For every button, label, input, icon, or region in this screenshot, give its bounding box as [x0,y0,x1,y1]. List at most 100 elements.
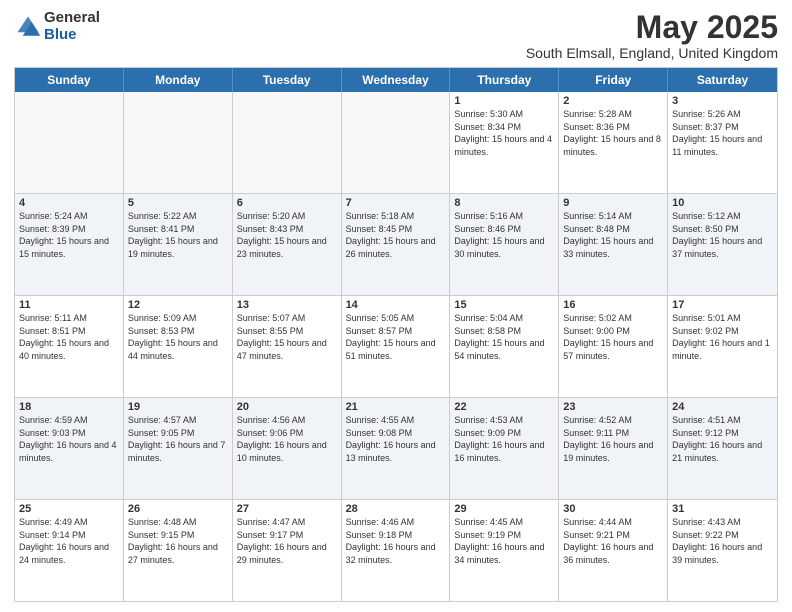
day-info: Sunrise: 5:30 AM Sunset: 8:34 PM Dayligh… [454,108,554,158]
header-cell-monday: Monday [124,68,233,92]
day-number: 7 [346,197,446,209]
logo-general-text: General [44,10,100,27]
calendar-cell: 29Sunrise: 4:45 AM Sunset: 9:19 PM Dayli… [450,500,559,601]
day-info: Sunrise: 5:18 AM Sunset: 8:45 PM Dayligh… [346,210,446,260]
day-number: 25 [19,503,119,515]
day-info: Sunrise: 4:52 AM Sunset: 9:11 PM Dayligh… [563,414,663,464]
day-info: Sunrise: 5:12 AM Sunset: 8:50 PM Dayligh… [672,210,773,260]
calendar-cell: 30Sunrise: 4:44 AM Sunset: 9:21 PM Dayli… [559,500,668,601]
day-info: Sunrise: 5:11 AM Sunset: 8:51 PM Dayligh… [19,312,119,362]
day-info: Sunrise: 5:07 AM Sunset: 8:55 PM Dayligh… [237,312,337,362]
calendar-cell [15,92,124,193]
header-cell-sunday: Sunday [15,68,124,92]
calendar-cell: 23Sunrise: 4:52 AM Sunset: 9:11 PM Dayli… [559,398,668,499]
calendar-cell: 28Sunrise: 4:46 AM Sunset: 9:18 PM Dayli… [342,500,451,601]
day-number: 6 [237,197,337,209]
day-info: Sunrise: 5:14 AM Sunset: 8:48 PM Dayligh… [563,210,663,260]
header-cell-wednesday: Wednesday [342,68,451,92]
day-number: 28 [346,503,446,515]
day-number: 22 [454,401,554,413]
day-number: 11 [19,299,119,311]
day-info: Sunrise: 4:57 AM Sunset: 9:05 PM Dayligh… [128,414,228,464]
day-info: Sunrise: 5:09 AM Sunset: 8:53 PM Dayligh… [128,312,228,362]
calendar-row: 1Sunrise: 5:30 AM Sunset: 8:34 PM Daylig… [15,92,777,193]
header: General Blue May 2025 South Elmsall, Eng… [14,10,778,61]
day-info: Sunrise: 5:24 AM Sunset: 8:39 PM Dayligh… [19,210,119,260]
day-number: 4 [19,197,119,209]
logo-blue-text: Blue [44,27,100,44]
calendar-cell: 13Sunrise: 5:07 AM Sunset: 8:55 PM Dayli… [233,296,342,397]
calendar-row: 4Sunrise: 5:24 AM Sunset: 8:39 PM Daylig… [15,193,777,295]
day-number: 29 [454,503,554,515]
calendar-cell: 31Sunrise: 4:43 AM Sunset: 9:22 PM Dayli… [668,500,777,601]
calendar-header: SundayMondayTuesdayWednesdayThursdayFrid… [15,68,777,92]
day-number: 27 [237,503,337,515]
calendar-cell [124,92,233,193]
day-info: Sunrise: 4:49 AM Sunset: 9:14 PM Dayligh… [19,516,119,566]
calendar-cell: 7Sunrise: 5:18 AM Sunset: 8:45 PM Daylig… [342,194,451,295]
calendar-title: May 2025 [526,10,778,45]
day-number: 16 [563,299,663,311]
calendar-subtitle: South Elmsall, England, United Kingdom [526,45,778,61]
day-info: Sunrise: 5:16 AM Sunset: 8:46 PM Dayligh… [454,210,554,260]
day-number: 2 [563,95,663,107]
day-info: Sunrise: 4:56 AM Sunset: 9:06 PM Dayligh… [237,414,337,464]
calendar-cell: 6Sunrise: 5:20 AM Sunset: 8:43 PM Daylig… [233,194,342,295]
day-info: Sunrise: 4:51 AM Sunset: 9:12 PM Dayligh… [672,414,773,464]
day-number: 24 [672,401,773,413]
day-info: Sunrise: 5:01 AM Sunset: 9:02 PM Dayligh… [672,312,773,362]
day-info: Sunrise: 4:48 AM Sunset: 9:15 PM Dayligh… [128,516,228,566]
calendar-body: 1Sunrise: 5:30 AM Sunset: 8:34 PM Daylig… [15,92,777,601]
day-number: 20 [237,401,337,413]
calendar-cell: 14Sunrise: 5:05 AM Sunset: 8:57 PM Dayli… [342,296,451,397]
day-number: 5 [128,197,228,209]
day-number: 14 [346,299,446,311]
day-info: Sunrise: 4:59 AM Sunset: 9:03 PM Dayligh… [19,414,119,464]
day-number: 26 [128,503,228,515]
day-number: 8 [454,197,554,209]
day-info: Sunrise: 4:46 AM Sunset: 9:18 PM Dayligh… [346,516,446,566]
day-info: Sunrise: 5:28 AM Sunset: 8:36 PM Dayligh… [563,108,663,158]
calendar-cell: 26Sunrise: 4:48 AM Sunset: 9:15 PM Dayli… [124,500,233,601]
day-number: 30 [563,503,663,515]
calendar-cell: 11Sunrise: 5:11 AM Sunset: 8:51 PM Dayli… [15,296,124,397]
day-info: Sunrise: 4:45 AM Sunset: 9:19 PM Dayligh… [454,516,554,566]
day-number: 18 [19,401,119,413]
calendar-cell: 27Sunrise: 4:47 AM Sunset: 9:17 PM Dayli… [233,500,342,601]
day-info: Sunrise: 4:53 AM Sunset: 9:09 PM Dayligh… [454,414,554,464]
calendar-cell: 25Sunrise: 4:49 AM Sunset: 9:14 PM Dayli… [15,500,124,601]
page: General Blue May 2025 South Elmsall, Eng… [0,0,792,612]
calendar-cell: 21Sunrise: 4:55 AM Sunset: 9:08 PM Dayli… [342,398,451,499]
day-info: Sunrise: 4:44 AM Sunset: 9:21 PM Dayligh… [563,516,663,566]
header-cell-thursday: Thursday [450,68,559,92]
day-info: Sunrise: 4:47 AM Sunset: 9:17 PM Dayligh… [237,516,337,566]
day-info: Sunrise: 4:55 AM Sunset: 9:08 PM Dayligh… [346,414,446,464]
title-block: May 2025 South Elmsall, England, United … [526,10,778,61]
day-number: 23 [563,401,663,413]
calendar-cell: 19Sunrise: 4:57 AM Sunset: 9:05 PM Dayli… [124,398,233,499]
calendar-cell: 9Sunrise: 5:14 AM Sunset: 8:48 PM Daylig… [559,194,668,295]
day-info: Sunrise: 5:26 AM Sunset: 8:37 PM Dayligh… [672,108,773,158]
calendar-cell: 5Sunrise: 5:22 AM Sunset: 8:41 PM Daylig… [124,194,233,295]
day-number: 31 [672,503,773,515]
calendar-cell: 22Sunrise: 4:53 AM Sunset: 9:09 PM Dayli… [450,398,559,499]
day-number: 9 [563,197,663,209]
calendar-cell: 16Sunrise: 5:02 AM Sunset: 9:00 PM Dayli… [559,296,668,397]
day-number: 17 [672,299,773,311]
calendar-cell: 2Sunrise: 5:28 AM Sunset: 8:36 PM Daylig… [559,92,668,193]
header-cell-tuesday: Tuesday [233,68,342,92]
calendar-cell: 4Sunrise: 5:24 AM Sunset: 8:39 PM Daylig… [15,194,124,295]
day-info: Sunrise: 5:20 AM Sunset: 8:43 PM Dayligh… [237,210,337,260]
day-number: 10 [672,197,773,209]
logo: General Blue [14,10,100,43]
calendar-cell: 15Sunrise: 5:04 AM Sunset: 8:58 PM Dayli… [450,296,559,397]
calendar-cell: 17Sunrise: 5:01 AM Sunset: 9:02 PM Dayli… [668,296,777,397]
day-number: 3 [672,95,773,107]
calendar-cell: 12Sunrise: 5:09 AM Sunset: 8:53 PM Dayli… [124,296,233,397]
calendar-cell: 18Sunrise: 4:59 AM Sunset: 9:03 PM Dayli… [15,398,124,499]
calendar-cell [342,92,451,193]
calendar-cell: 3Sunrise: 5:26 AM Sunset: 8:37 PM Daylig… [668,92,777,193]
day-info: Sunrise: 4:43 AM Sunset: 9:22 PM Dayligh… [672,516,773,566]
logo-icon [14,13,42,41]
day-number: 13 [237,299,337,311]
